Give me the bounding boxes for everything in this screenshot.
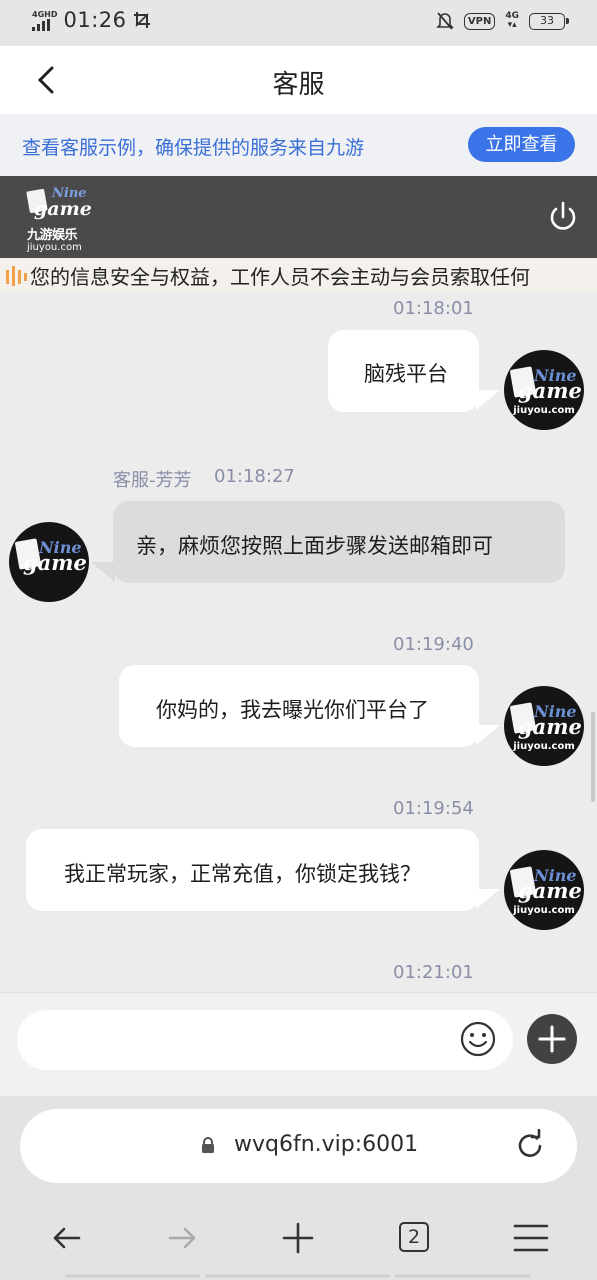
status-bar: 4GHD 01:26 VPN 4G ▾▴ 33 bbox=[0, 0, 597, 46]
agent-avatar[interactable]: Nine game bbox=[9, 522, 89, 602]
announcement-marquee: 您的信息安全与权益，工作人员不会主动与会员索取任何 bbox=[0, 258, 597, 292]
browser-forward-button[interactable] bbox=[164, 1220, 200, 1256]
message-sender: 客服-芳芳 bbox=[113, 470, 192, 491]
net-type-icon: 4G ▾▴ bbox=[505, 11, 519, 30]
status-left: 4GHD 01:26 bbox=[32, 8, 151, 32]
reload-button[interactable] bbox=[513, 1129, 547, 1163]
message-bubble-outgoing: 你妈的，我去曝光你们平台了 bbox=[119, 665, 479, 747]
chat-history[interactable]: 01:18:01 脑残平台 Nine game jiuyou.com 客服-芳芳 0… bbox=[0, 292, 597, 992]
message-time: 01:21:01 bbox=[393, 962, 474, 983]
message-bubble-outgoing: 我正常玩家，正常充值，你锁定我钱？ bbox=[26, 829, 479, 911]
power-button[interactable] bbox=[547, 200, 579, 234]
tab-strip-edge bbox=[65, 1274, 530, 1278]
message-input[interactable] bbox=[17, 1010, 513, 1070]
message-time: 01:18:01 bbox=[393, 298, 474, 319]
screenshot-icon bbox=[133, 12, 150, 28]
address-bar[interactable]: wvq6fn.vip:6001 bbox=[20, 1109, 577, 1183]
browser-nav-row: 2 bbox=[0, 1206, 597, 1268]
message-bubble-outgoing: 脑残平台 bbox=[328, 330, 479, 412]
page-title: 客服 bbox=[272, 70, 325, 100]
attach-plus-button[interactable] bbox=[527, 1014, 577, 1064]
brand-bar: Nine game 九游娱乐 jiuyou.com bbox=[0, 176, 597, 258]
status-right: VPN 4G ▾▴ 33 bbox=[435, 11, 569, 31]
message-time: 01:19:54 bbox=[393, 798, 474, 819]
user-avatar[interactable]: Nine game jiuyou.com bbox=[504, 850, 584, 930]
menu-button[interactable] bbox=[513, 1220, 549, 1256]
emoji-button[interactable] bbox=[459, 1020, 497, 1058]
marquee-text: 您的信息安全与权益，工作人员不会主动与会员索取任何 bbox=[30, 265, 530, 289]
url-text: wvq6fn.vip:6001 bbox=[234, 1132, 419, 1157]
message-bubble-incoming: 亲，麻烦您按照上面步骤发送邮箱即可 bbox=[113, 501, 565, 583]
message-time: 01:18:27 bbox=[214, 466, 295, 487]
mute-bell-icon bbox=[435, 12, 454, 30]
status-time: 01:26 bbox=[63, 8, 127, 32]
speaker-icon bbox=[6, 266, 27, 286]
message-time: 01:19:40 bbox=[393, 634, 474, 655]
chat-scrollbar[interactable] bbox=[591, 712, 595, 802]
lock-icon bbox=[202, 1137, 214, 1153]
browser-back-button[interactable] bbox=[49, 1220, 85, 1256]
vpn-badge: VPN bbox=[463, 12, 496, 30]
battery-icon: 33 bbox=[529, 12, 569, 30]
tab-count-button[interactable]: 2 bbox=[399, 1222, 429, 1252]
user-avatar[interactable]: Nine game jiuyou.com bbox=[504, 350, 584, 430]
plus-icon bbox=[538, 1025, 566, 1053]
new-tab-button[interactable] bbox=[280, 1220, 316, 1256]
user-avatar[interactable]: Nine game jiuyou.com bbox=[504, 686, 584, 766]
signal-icon: 4GHD bbox=[32, 10, 57, 31]
verify-notice: 查看客服示例，确保提供的服务来自九游 立即查看 bbox=[0, 114, 597, 176]
browser-bottom-bar: wvq6fn.vip:6001 2 bbox=[0, 1096, 597, 1280]
network-label: 4GHD bbox=[32, 9, 58, 19]
message-composer bbox=[0, 992, 597, 1096]
notice-text: 查看客服示例，确保提供的服务来自九游 bbox=[22, 137, 365, 159]
title-bar: 客服 bbox=[0, 46, 597, 114]
view-now-button[interactable]: 立即查看 bbox=[468, 127, 575, 162]
brand-logo: Nine game 九游娱乐 jiuyou.com bbox=[26, 186, 92, 253]
